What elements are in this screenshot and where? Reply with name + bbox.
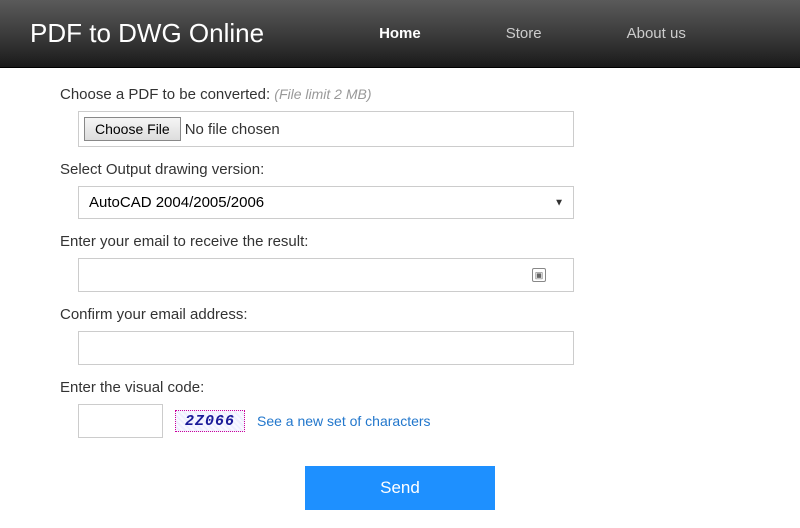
email-label: Enter your email to receive the result: (60, 233, 740, 250)
nav-links: Home Store About us (379, 25, 686, 42)
captcha-label: Enter the visual code: (60, 379, 740, 396)
choose-file-button[interactable]: Choose File (84, 117, 181, 141)
file-label: Choose a PDF to be converted: (File limi… (60, 86, 740, 103)
nav-home[interactable]: Home (379, 25, 421, 42)
output-label: Select Output drawing version: (60, 161, 740, 178)
email-field[interactable] (78, 258, 574, 292)
nav-about[interactable]: About us (627, 25, 686, 42)
captcha-input[interactable] (78, 404, 163, 438)
confirm-email-label: Confirm your email address: (60, 306, 740, 323)
send-button[interactable]: Send (305, 466, 495, 510)
file-status: No file chosen (185, 121, 280, 138)
file-label-text: Choose a PDF to be converted: (60, 86, 270, 103)
captcha-refresh-link[interactable]: See a new set of characters (257, 413, 431, 429)
file-hint: (File limit 2 MB) (274, 86, 371, 102)
content: Choose a PDF to be converted: (File limi… (0, 68, 800, 528)
confirm-email-field[interactable] (78, 331, 574, 365)
captcha-image: 2Z066 (175, 410, 245, 432)
output-version-select[interactable]: AutoCAD 2004/2005/2006 (78, 186, 574, 219)
brand-title: PDF to DWG Online (30, 18, 264, 49)
file-input-box[interactable]: Choose File No file chosen (78, 111, 574, 147)
nav-store[interactable]: Store (506, 25, 542, 42)
captcha-row: 2Z066 See a new set of characters (78, 404, 740, 438)
navbar: PDF to DWG Online Home Store About us (0, 0, 800, 68)
